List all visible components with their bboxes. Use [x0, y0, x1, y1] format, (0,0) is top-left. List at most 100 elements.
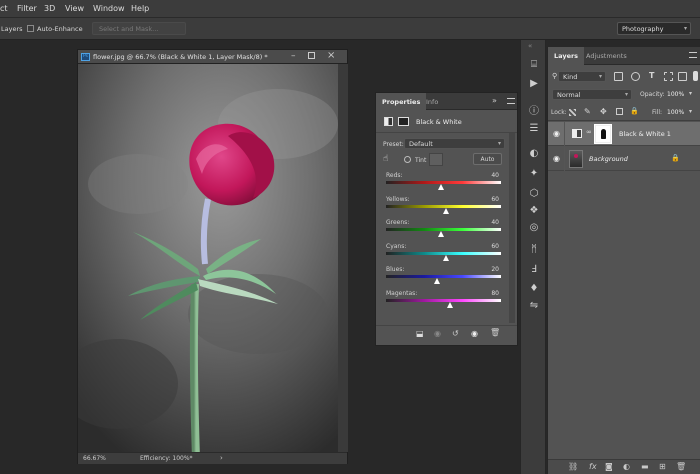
image-canvas[interactable]: [78, 64, 338, 452]
visibility-eye-icon[interactable]: ◉: [553, 154, 560, 163]
filter-toggle-icon[interactable]: [693, 71, 698, 81]
clone-source-icon[interactable]: ♦: [527, 281, 541, 295]
add-mask-icon[interactable]: ◙: [605, 462, 613, 471]
layer-name[interactable]: Black & White 1: [619, 130, 671, 138]
tab-layers[interactable]: Layers: [548, 47, 585, 65]
filter-adjustment-icon[interactable]: [631, 72, 640, 81]
close-icon[interactable]: ×: [327, 50, 335, 61]
lock-transparent-icon[interactable]: [569, 109, 576, 116]
menu-item-window[interactable]: Window: [93, 4, 125, 13]
status-menu-arrow-icon[interactable]: ›: [220, 454, 223, 462]
menu-item-help[interactable]: Help: [131, 4, 149, 13]
layer-mask-icon[interactable]: [398, 117, 409, 126]
clip-to-layer-icon[interactable]: ⬓: [416, 329, 424, 338]
chevron-down-icon[interactable]: ▾: [689, 90, 692, 97]
lock-artboard-icon[interactable]: [616, 108, 623, 115]
menu-item-3d[interactable]: 3D: [44, 4, 55, 13]
character-icon[interactable]: ⇋: [527, 298, 541, 312]
slider-thumb[interactable]: [433, 278, 440, 284]
new-group-icon[interactable]: ▬: [641, 462, 649, 471]
slider-thumb[interactable]: [447, 301, 454, 308]
layer-row-background[interactable]: ◉ Background 🔒: [548, 147, 700, 171]
properties-scrollbar[interactable]: [509, 133, 515, 323]
auto-enhance-checkbox[interactable]: [27, 25, 34, 32]
layers-icon[interactable]: ❖: [527, 203, 541, 217]
visibility-eye-icon[interactable]: ◉: [553, 129, 560, 138]
slider-value[interactable]: 40: [477, 172, 499, 181]
lock-position-icon[interactable]: ✥: [600, 107, 607, 116]
blend-mode-select[interactable]: Normal ▾: [552, 89, 632, 100]
trash-icon[interactable]: 🗑: [490, 328, 500, 337]
minimize-icon[interactable]: –: [291, 51, 296, 61]
info-icon[interactable]: ⓘ: [527, 102, 541, 117]
vertical-scrollbar[interactable]: [338, 64, 348, 452]
slider-value[interactable]: 20: [477, 266, 499, 275]
layer-row-black-white[interactable]: ◉ ∞ Black & White 1: [548, 122, 700, 146]
new-layer-icon[interactable]: ⊞: [659, 462, 666, 471]
view-previous-icon[interactable]: ◉: [434, 329, 441, 338]
chain-link-icon[interactable]: ∞: [586, 128, 592, 136]
preset-select[interactable]: Default ▾: [404, 138, 505, 149]
fx-icon[interactable]: fx: [589, 462, 597, 471]
reset-icon[interactable]: ↺: [452, 329, 459, 338]
select-and-mask-button[interactable]: Select and Mask...: [92, 22, 186, 35]
tint-color-swatch[interactable]: [429, 153, 443, 166]
maximize-icon[interactable]: [308, 52, 315, 59]
collapse-arrows-icon[interactable]: «: [528, 42, 532, 50]
tab-properties[interactable]: Properties: [376, 93, 427, 110]
panel-menu-icon[interactable]: [507, 98, 515, 104]
menu-item-filter[interactable]: Filter: [17, 4, 37, 13]
filter-smart-object-icon[interactable]: [678, 72, 687, 81]
menu-bar: ct Filter 3D View Window Help: [0, 0, 700, 18]
styles-icon[interactable]: ✦: [527, 166, 541, 180]
zoom-level[interactable]: 66.67%: [83, 455, 106, 462]
layer-mask-thumbnail[interactable]: [594, 124, 612, 144]
slider-track[interactable]: [386, 275, 501, 278]
tab-adjustments[interactable]: Adjustments: [580, 47, 633, 65]
new-adjustment-icon[interactable]: ◐: [623, 462, 630, 471]
tab-info[interactable]: Info: [420, 93, 444, 110]
brushes-icon[interactable]: Ⅎ: [527, 262, 541, 276]
slider-track[interactable]: [386, 298, 501, 302]
slider-value[interactable]: 60: [477, 243, 499, 252]
channels-icon[interactable]: ◎: [527, 220, 541, 234]
tint-checkbox[interactable]: [404, 156, 411, 163]
layer-name[interactable]: Background: [589, 155, 628, 163]
opacity-value[interactable]: 100%: [667, 91, 684, 98]
3d-cube-icon[interactable]: ⬡: [527, 186, 541, 200]
paths-icon[interactable]: ᛗ: [527, 242, 541, 256]
workspace-select[interactable]: Photography ▾: [617, 22, 691, 35]
lock-pixels-brush-icon[interactable]: ✎: [584, 107, 591, 116]
slider-value[interactable]: 60: [477, 196, 499, 205]
workspace-value: Photography: [622, 25, 664, 33]
auto-button[interactable]: Auto: [473, 153, 502, 165]
ps-document-icon: Ps: [81, 53, 90, 61]
panel-menu-icon[interactable]: [689, 52, 697, 58]
menu-item-select[interactable]: ct: [0, 4, 8, 13]
adjustments-icon[interactable]: ◐: [527, 146, 541, 160]
slider-value[interactable]: 40: [477, 219, 499, 228]
slider-thumb[interactable]: [442, 254, 449, 261]
filter-shape-icon[interactable]: [664, 72, 673, 81]
visibility-eye-icon[interactable]: ◉: [471, 329, 478, 338]
efficiency-status[interactable]: Efficiency: 100%*: [140, 455, 193, 462]
targeted-adjustment-hand-icon[interactable]: ☝: [383, 154, 388, 164]
filter-kind-select[interactable]: Kind ▾: [558, 71, 606, 82]
menu-item-view[interactable]: View: [65, 4, 84, 13]
slider-thumb[interactable]: [438, 184, 445, 190]
chevron-down-icon[interactable]: ▾: [689, 108, 692, 115]
actions-play-icon[interactable]: ▶: [527, 76, 541, 90]
slider-thumb[interactable]: [438, 231, 445, 237]
fill-value[interactable]: 100%: [667, 109, 684, 116]
link-layers-icon[interactable]: ⛓: [568, 462, 578, 471]
filter-type-icon[interactable]: T: [649, 71, 654, 80]
slider-value[interactable]: 80: [477, 290, 499, 299]
lock-all-icon[interactable]: 🔒: [630, 107, 639, 115]
document-titlebar[interactable]: Ps flower.jpg @ 66.7% (Black & White 1, …: [78, 50, 347, 64]
trash-icon[interactable]: 🗑: [676, 462, 686, 471]
collapse-panel-icon[interactable]: »: [492, 96, 497, 105]
properties-icon[interactable]: ☰: [527, 121, 541, 135]
history-icon[interactable]: ⌸: [527, 57, 541, 71]
filter-pixel-icon[interactable]: [614, 72, 623, 81]
slider-thumb[interactable]: [442, 207, 449, 214]
